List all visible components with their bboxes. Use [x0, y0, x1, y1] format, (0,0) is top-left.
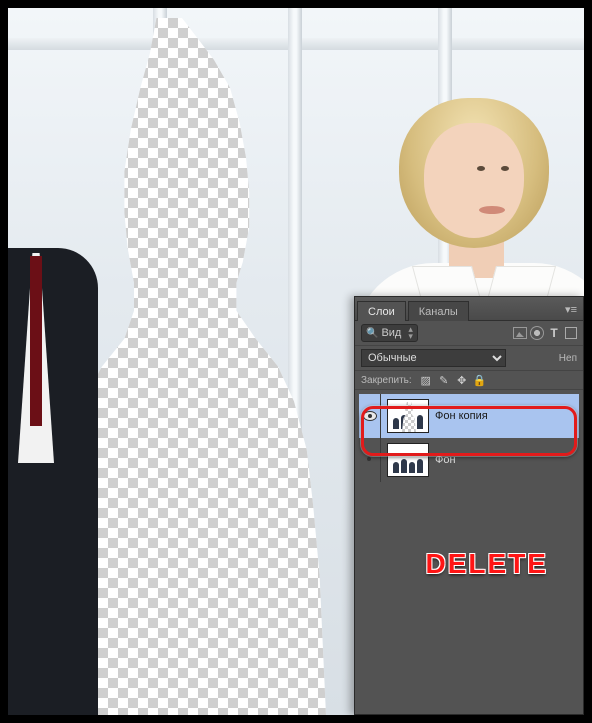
canvas-frame: Слои Каналы ▾≡ 🔍 Вид ▴▾ T Обычные Неп За…	[8, 8, 584, 715]
filter-kind-label: Вид	[381, 327, 401, 339]
lock-position-icon[interactable]: ✥	[456, 374, 468, 386]
opacity-label: Неп	[559, 353, 577, 364]
visibility-toggle[interactable]	[359, 394, 381, 438]
filter-shape-icon[interactable]	[565, 327, 577, 339]
filter-type-icon[interactable]: T	[547, 326, 561, 340]
layer-thumbnail[interactable]	[387, 399, 429, 433]
lock-row: Закрепить: ▨ ✎ ✥ 🔒	[355, 371, 583, 390]
blend-row: Обычные Неп	[355, 346, 583, 371]
lock-pixels-icon[interactable]: ✎	[438, 374, 450, 386]
filter-adjust-icon[interactable]	[531, 327, 543, 339]
layers-panel: Слои Каналы ▾≡ 🔍 Вид ▴▾ T Обычные Неп За…	[354, 296, 584, 715]
tab-layers[interactable]: Слои	[357, 301, 406, 321]
lock-all-icon[interactable]: 🔒	[474, 374, 486, 386]
lock-label: Закрепить:	[361, 375, 412, 386]
layer-row-selected[interactable]: Фон копия	[359, 394, 579, 438]
layer-name[interactable]: Фон копия	[435, 410, 488, 422]
layer-list: Фон копия Фон	[355, 390, 583, 486]
panel-menu-icon[interactable]: ▾≡	[559, 299, 583, 320]
layer-filter-row: 🔍 Вид ▴▾ T	[355, 321, 583, 346]
blend-mode-select[interactable]: Обычные	[361, 349, 506, 367]
photo-person-left	[8, 208, 108, 715]
filter-pixel-icon[interactable]	[513, 327, 527, 339]
layer-filter-kind[interactable]: 🔍 Вид ▴▾	[361, 324, 418, 342]
visibility-toggle[interactable]	[359, 438, 381, 482]
search-icon: 🔍	[366, 328, 378, 339]
layer-thumbnail[interactable]	[387, 443, 429, 477]
tab-channels[interactable]: Каналы	[408, 301, 469, 321]
layer-row[interactable]: Фон	[359, 438, 579, 482]
panel-tab-bar: Слои Каналы ▾≡	[355, 297, 583, 321]
layer-name[interactable]: Фон	[435, 454, 456, 466]
eye-hidden-icon	[363, 455, 377, 465]
lock-transparency-icon[interactable]: ▨	[420, 374, 432, 386]
eye-icon	[363, 411, 377, 421]
dropdown-arrows-icon: ▴▾	[408, 326, 413, 340]
